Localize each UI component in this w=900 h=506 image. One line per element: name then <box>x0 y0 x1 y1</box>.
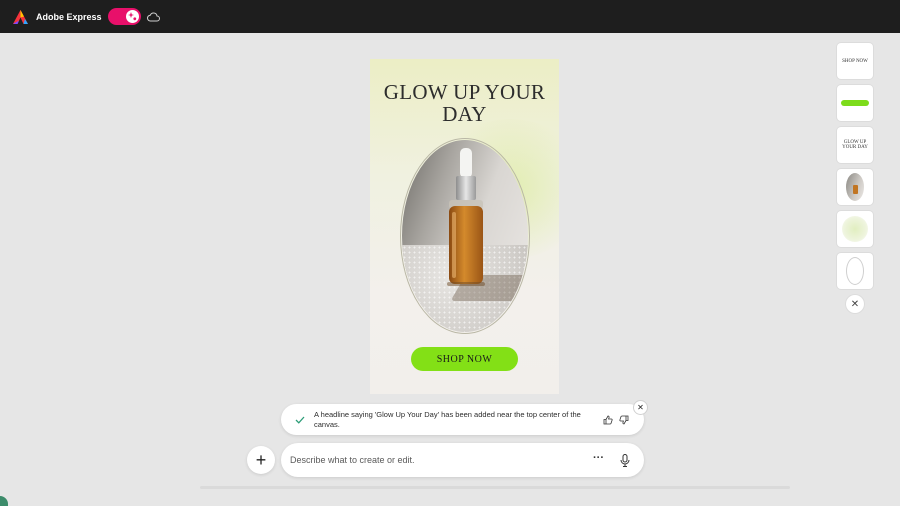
notification-message: A headline saying 'Glow Up Your Day' has… <box>314 409 581 429</box>
layer-photo-thumbnail <box>846 173 864 201</box>
layer-headline-text[interactable]: GLOW UP YOUR DAY <box>837 127 873 163</box>
prompt-bar: ··· <box>281 443 644 477</box>
app-name: Adobe Express <box>36 11 102 22</box>
generative-ai-toggle[interactable] <box>107 8 141 25</box>
top-bar: Adobe Express <box>0 0 900 33</box>
layer-glow-thumbnail <box>842 216 868 242</box>
more-options-button[interactable]: ··· <box>593 452 604 464</box>
close-layers-button[interactable]: ✕ <box>846 295 864 313</box>
layer-button-shape[interactable] <box>837 85 873 121</box>
design-canvas[interactable]: GLOW UP YOUR DAY SHOP NOW <box>370 59 559 394</box>
checkmark-icon <box>295 415 305 425</box>
prompt-input[interactable] <box>290 452 580 468</box>
notification-close-button[interactable]: ✕ <box>634 401 647 414</box>
thumbs-up-icon[interactable] <box>603 415 613 425</box>
layer-photo[interactable] <box>837 169 873 205</box>
layers-panel: SHOP NOW GLOW UP YOUR DAY ✕ <box>837 43 873 313</box>
sparkle-icon <box>125 10 139 23</box>
bottom-scrollbar[interactable] <box>200 486 790 489</box>
layer-label: SHOP NOW <box>842 58 868 64</box>
product-photo[interactable] <box>402 140 528 332</box>
serum-bottle-image <box>447 148 485 286</box>
layer-oval-thumbnail <box>846 257 864 285</box>
layer-oval-shape[interactable] <box>837 253 873 289</box>
add-button[interactable]: + <box>247 446 275 474</box>
microphone-icon[interactable] <box>619 453 631 467</box>
shop-now-button[interactable]: SHOP NOW <box>411 347 518 371</box>
layer-bar-thumbnail <box>841 100 869 106</box>
canvas-headline[interactable]: GLOW UP YOUR DAY <box>370 81 559 125</box>
layer-shop-now-text[interactable]: SHOP NOW <box>837 43 873 79</box>
thumbs-down-icon[interactable] <box>619 415 629 425</box>
corner-accent <box>0 496 8 506</box>
adobe-express-logo-icon[interactable] <box>12 9 28 25</box>
layer-label: GLOW UP YOUR DAY <box>842 140 868 150</box>
assistant-notification: A headline saying 'Glow Up Your Day' has… <box>281 401 647 435</box>
cloud-icon[interactable] <box>146 10 161 24</box>
layer-glow-shape[interactable] <box>837 211 873 247</box>
